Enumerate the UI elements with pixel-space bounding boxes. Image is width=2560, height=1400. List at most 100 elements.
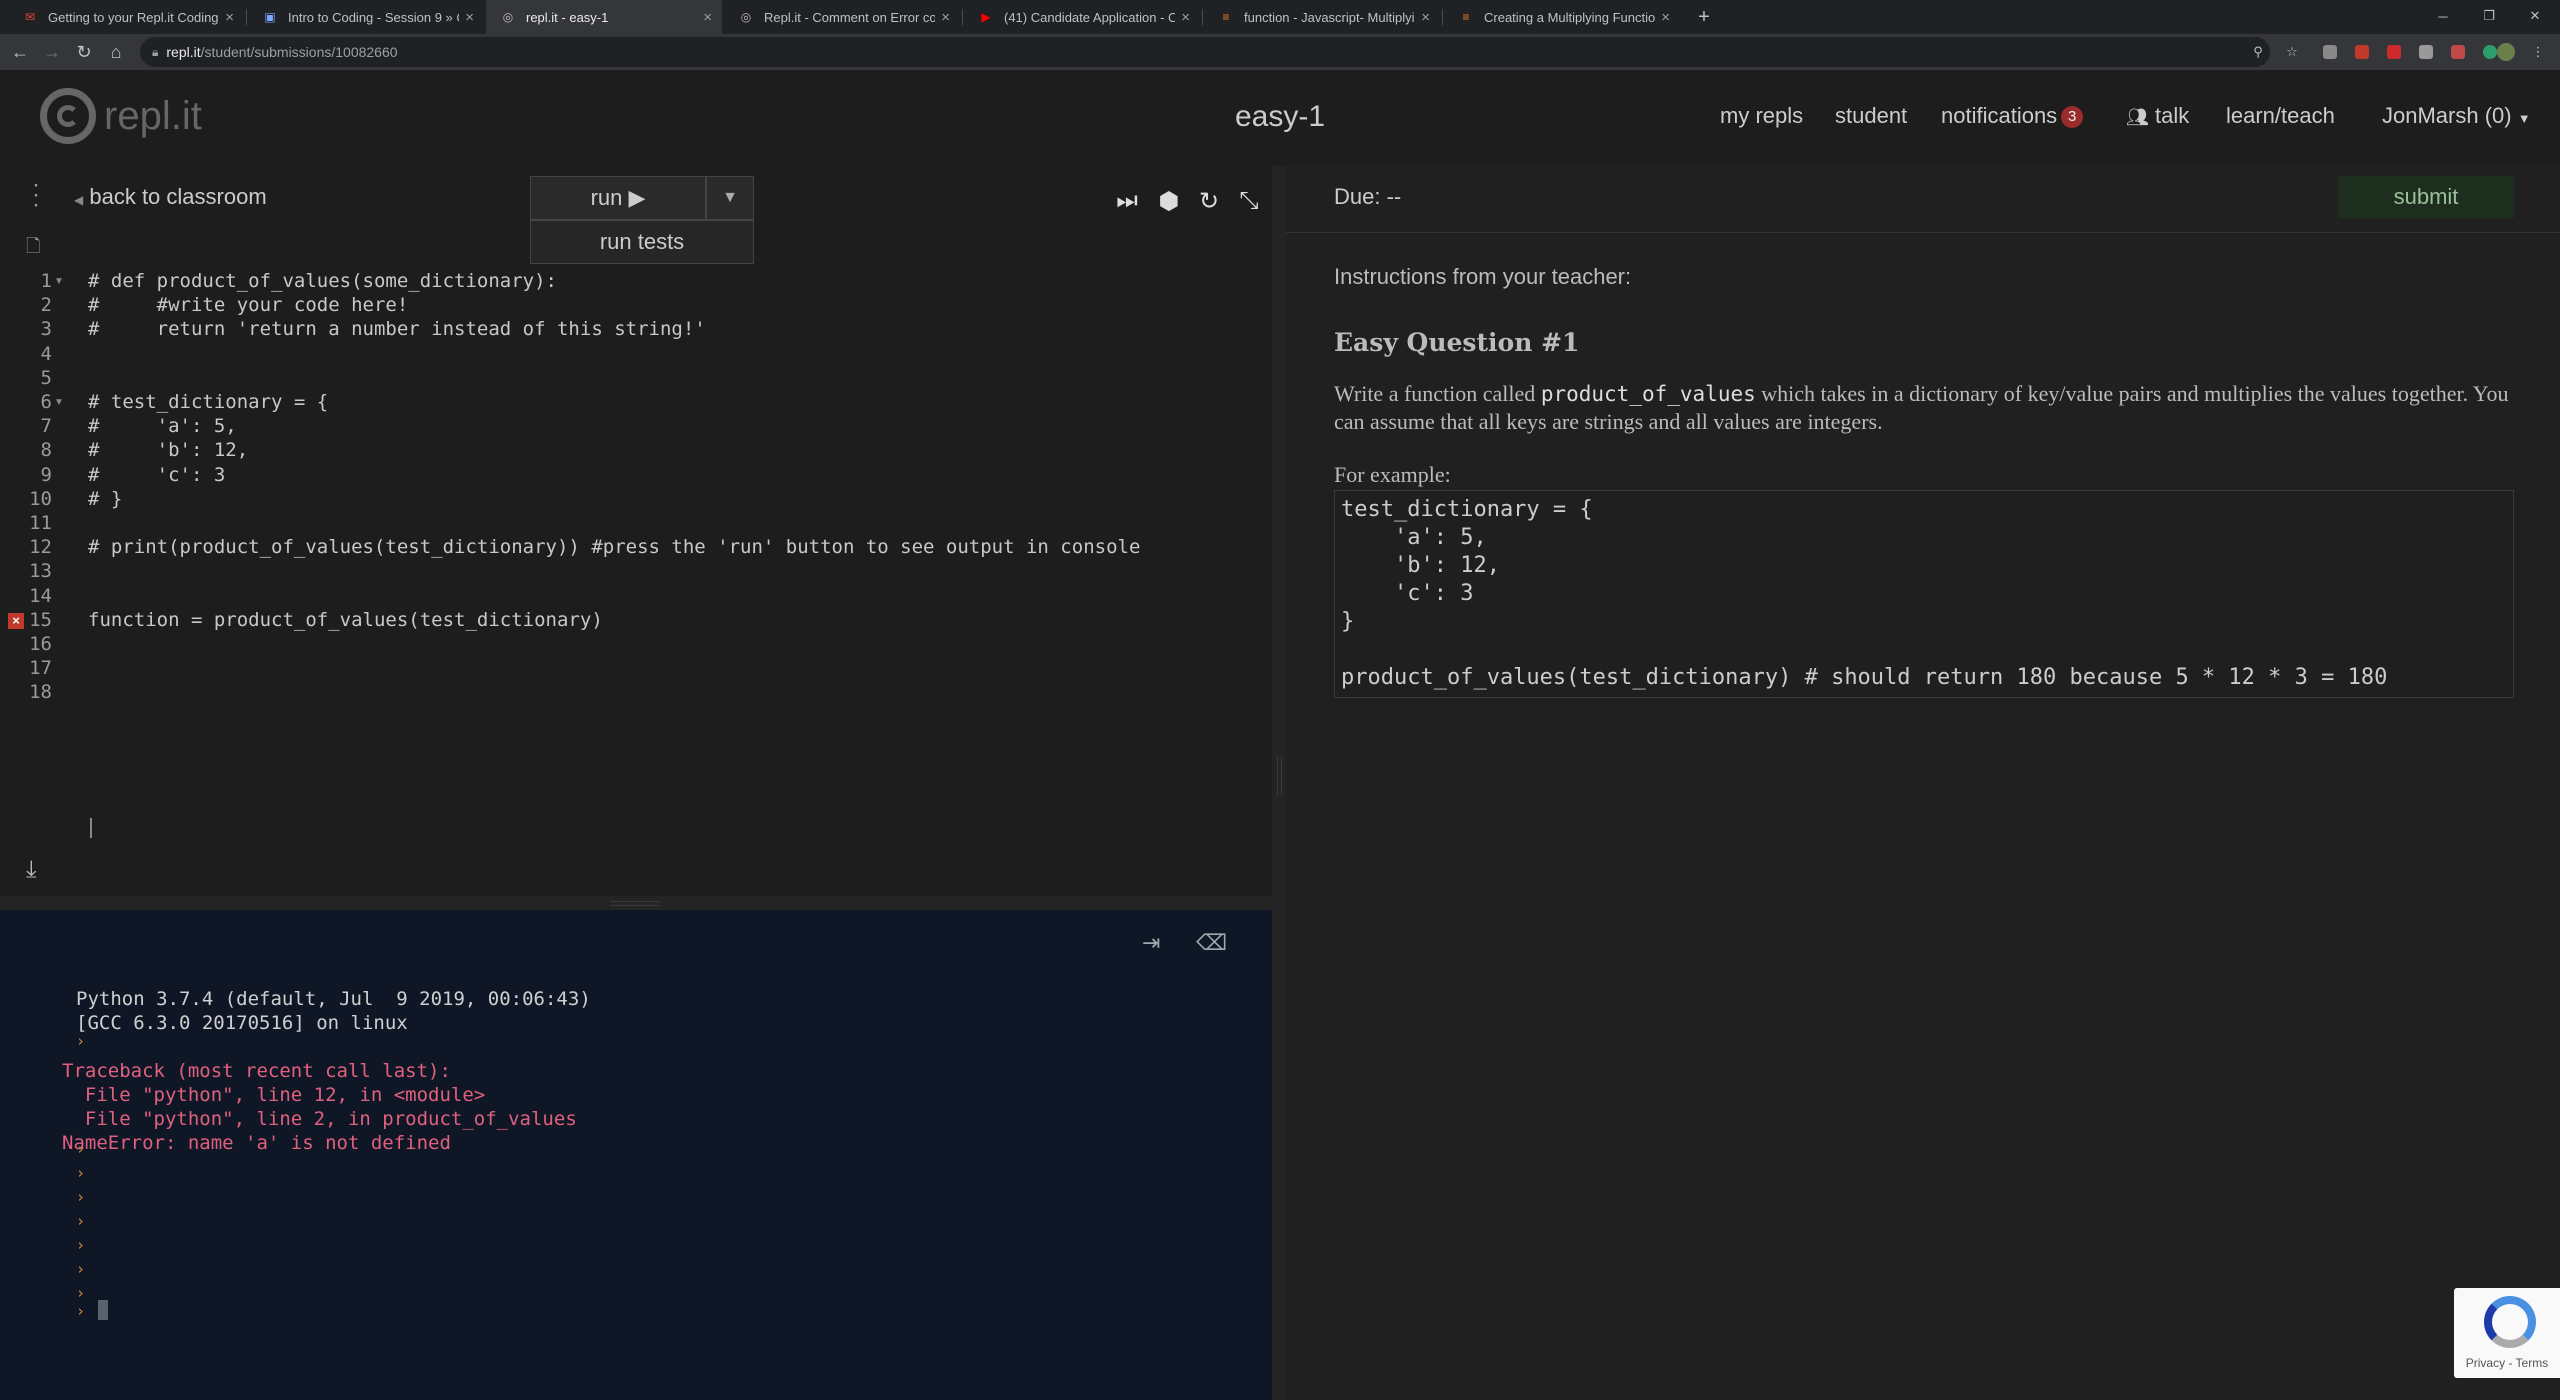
- clear-console-icon[interactable]: ⌫: [1196, 930, 1227, 956]
- recaptcha-links[interactable]: Privacy - Terms: [2454, 1356, 2560, 1370]
- prompt-icon: ›: [76, 1236, 86, 1254]
- console-panel[interactable]: [0, 910, 1272, 1400]
- forward-arrow-icon[interactable]: →: [40, 40, 64, 64]
- lock-icon: 🔒︎: [152, 44, 159, 59]
- extension-icon[interactable]: [2384, 42, 2404, 62]
- reload-icon[interactable]: ↻: [72, 40, 96, 64]
- browser-tab[interactable]: ≡ function - Javascript- Multiplying ×: [1204, 0, 1440, 34]
- replit-logo-icon: [40, 88, 96, 144]
- replit-icon: ◎: [502, 10, 514, 24]
- tab-divider: [246, 9, 247, 25]
- line-number: 5: [40, 366, 52, 389]
- close-icon[interactable]: ×: [1181, 9, 1190, 26]
- close-icon[interactable]: ×: [941, 9, 950, 26]
- tab-title: function - Javascript- Multiplying: [1244, 9, 1416, 25]
- nav-my-repls[interactable]: my repls: [1720, 103, 1803, 129]
- fullscreen-icon[interactable]: ⤡: [1234, 186, 1264, 216]
- new-tab-button[interactable]: +: [1692, 0, 1716, 34]
- line-number: 9: [40, 463, 52, 486]
- file-icon[interactable]: 🗋︎: [26, 234, 40, 264]
- prompt-icon: ›: [76, 1284, 86, 1302]
- browser-tab[interactable]: ✉ Getting to your Repl.it Coding Cl ×: [8, 0, 244, 34]
- vertical-splitter[interactable]: [1272, 166, 1286, 1400]
- browser-tab[interactable]: ≡ Creating a Multiplying Function ×: [1444, 0, 1680, 34]
- close-icon[interactable]: ×: [465, 9, 474, 26]
- fold-arrow-icon[interactable]: ▼: [54, 397, 64, 408]
- extension-icon[interactable]: [2416, 42, 2436, 62]
- line-number: 6: [40, 391, 52, 413]
- recaptcha-icon: [2484, 1296, 2536, 1348]
- horizontal-splitter[interactable]: [0, 896, 1272, 910]
- browser-tab[interactable]: ▣ Intro to Coding - Session 9 » Co ×: [248, 0, 484, 34]
- close-icon[interactable]: ×: [1661, 9, 1670, 26]
- prompt-icon: ›: [76, 1260, 86, 1278]
- username: JonMarsh (0): [2382, 103, 2512, 128]
- run-tests-button[interactable]: run tests: [530, 220, 754, 264]
- recaptcha-badge[interactable]: Privacy - Terms: [2454, 1288, 2560, 1378]
- replit-logo[interactable]: repl.it: [40, 88, 202, 144]
- run-dropdown-toggle[interactable]: ▼: [706, 176, 754, 220]
- nav-student[interactable]: student: [1835, 103, 1907, 129]
- nav-talk[interactable]: 👥︎ talk: [2126, 103, 2189, 129]
- reset-icon[interactable]: ↻: [1194, 186, 1224, 216]
- console-error-line: File "python", line 12, in <module>: [62, 1084, 486, 1106]
- close-icon[interactable]: ×: [703, 9, 712, 26]
- submit-button[interactable]: submit: [2338, 176, 2514, 218]
- prompt-icon: ›: [76, 1140, 86, 1158]
- line-number: 4: [40, 342, 52, 365]
- browser-tab-active[interactable]: ◎ repl.it - easy-1 ×: [486, 0, 722, 34]
- prompt-icon: ›: [76, 1164, 86, 1182]
- more-options-icon[interactable]: · · ·: [28, 173, 44, 217]
- close-icon[interactable]: ×: [225, 9, 234, 26]
- user-menu[interactable]: JonMarsh (0) ▼: [2382, 103, 2531, 129]
- download-icon[interactable]: ⤓: [26, 856, 37, 884]
- browser-menu-icon[interactable]: ⋮: [2528, 42, 2548, 62]
- caret-left-icon: ◀: [74, 193, 84, 207]
- star-icon[interactable]: ☆: [2282, 42, 2302, 62]
- line-number: 18: [29, 681, 52, 704]
- talk-label: talk: [2154, 103, 2190, 128]
- restore-icon[interactable]: ❐: [2466, 0, 2512, 32]
- tab-divider: [1202, 9, 1203, 25]
- package-icon[interactable]: ⬢: [1154, 186, 1184, 216]
- line-number: 11: [29, 512, 52, 534]
- extension-icon[interactable]: [2448, 42, 2468, 62]
- browser-tab-bar: ✉ Getting to your Repl.it Coding Cl × ▣ …: [0, 0, 2560, 34]
- due-date: Due: --: [1334, 184, 1402, 209]
- extension-icon[interactable]: [2352, 42, 2372, 62]
- splitter-grip[interactable]: [1277, 756, 1282, 796]
- fold-arrow-icon[interactable]: ▼: [54, 276, 64, 287]
- code-line: # }: [88, 487, 123, 510]
- profile-avatar[interactable]: [2494, 42, 2518, 62]
- back-to-classroom-link[interactable]: ◀ back to classroom: [74, 184, 267, 210]
- line-number: 12: [29, 536, 52, 559]
- nav-learn-teach[interactable]: learn/teach: [2226, 103, 2335, 129]
- extension-icon[interactable]: [2320, 42, 2340, 62]
- step-forward-icon[interactable]: ⏭︎: [1112, 186, 1142, 216]
- close-icon[interactable]: ×: [1421, 9, 1430, 26]
- nav-notifications[interactable]: notifications 3: [1941, 103, 2084, 129]
- code-editor[interactable]: # def product_of_values(some_dictionary)…: [0, 166, 1272, 896]
- minimize-icon[interactable]: ─: [2420, 0, 2466, 32]
- home-icon[interactable]: ⌂: [104, 40, 128, 64]
- browser-tab[interactable]: ▶ (41) Candidate Application - Cod ×: [964, 0, 1200, 34]
- url-path: /student/submissions/10082660: [200, 44, 398, 60]
- browser-tab[interactable]: ◎ Repl.it - Comment on Error code ×: [724, 0, 960, 34]
- error-marker-icon[interactable]: ×: [8, 612, 24, 629]
- zoom-icon[interactable]: ⚲: [2248, 42, 2268, 62]
- code-line: function = product_of_values(test_dictio…: [88, 608, 603, 631]
- chevron-down-icon: ▼: [2517, 111, 2531, 126]
- line-number: 13: [29, 560, 52, 583]
- address-bar[interactable]: 🔒︎ repl.it/student/submissions/10082660: [140, 37, 2270, 67]
- splitter-grip[interactable]: [610, 901, 660, 906]
- back-arrow-icon[interactable]: ←: [8, 40, 32, 64]
- example-code-line: product_of_values(test_dictionary) # sho…: [1341, 665, 2388, 690]
- question-body: Write a function called product_of_value…: [1334, 380, 2514, 435]
- close-window-icon[interactable]: ✕: [2512, 0, 2558, 32]
- run-button[interactable]: run ▶: [530, 176, 706, 220]
- line-number: 7: [40, 415, 52, 438]
- example-code-block: test_dictionary = { 'a': 5, 'b': 12, 'c'…: [1334, 490, 2514, 698]
- line-number: 16: [29, 633, 52, 655]
- logo-text: repl.it: [104, 93, 202, 138]
- insert-icon[interactable]: ⇥: [1142, 930, 1160, 956]
